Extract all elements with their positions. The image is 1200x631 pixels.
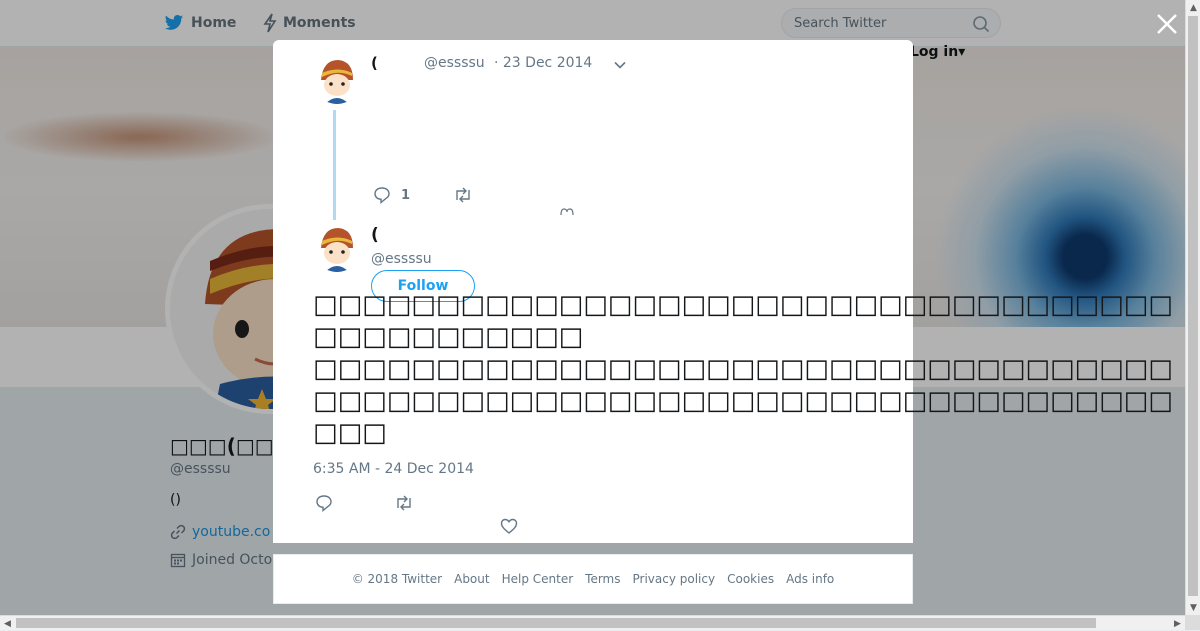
scroll-up-arrow-icon[interactable]: ▲ (1186, 0, 1200, 15)
chevron-down-icon[interactable] (613, 58, 627, 72)
parent-tweet-avatar[interactable] (313, 56, 361, 104)
parent-like-heart-icon[interactable] (560, 208, 574, 216)
cartoon-boy-avatar-icon (313, 56, 361, 104)
main-retweet-button[interactable] (394, 494, 414, 512)
footer-link-help-center[interactable]: Help Center (502, 572, 574, 586)
footer-link-about[interactable]: About (454, 572, 489, 586)
footer-link-ads-info[interactable]: Ads info (786, 572, 834, 586)
retweet-icon (397, 495, 411, 511)
scroll-down-arrow-icon[interactable]: ▼ (1186, 600, 1200, 615)
main-tweet-avatar[interactable] (313, 224, 361, 272)
main-tweet-author-name[interactable]: ( (371, 225, 379, 245)
footer-links: © 2018 Twitter About Help Center Terms P… (273, 554, 913, 604)
footer-copyright: © 2018 Twitter (351, 572, 443, 586)
main-tweet-timestamp[interactable]: 6:35 AM - 24 Dec 2014 (313, 461, 474, 477)
close-icon (1157, 14, 1177, 34)
main-reply-button[interactable] (315, 494, 333, 512)
footer-link-cookies[interactable]: Cookies (727, 572, 774, 586)
vertical-scrollbar[interactable]: ▲ ▼ (1185, 0, 1200, 615)
parent-retweet-button[interactable] (453, 186, 473, 204)
heart-icon (500, 518, 518, 534)
scroll-left-arrow-icon[interactable]: ◀ (0, 616, 15, 631)
footer-link-terms[interactable]: Terms (585, 572, 620, 586)
footer-link-privacy-policy[interactable]: Privacy policy (633, 572, 716, 586)
scrollbar-corner (1185, 615, 1200, 630)
cartoon-boy-avatar-icon (313, 224, 361, 272)
retweet-icon (456, 187, 470, 203)
horizontal-scrollbar-thumb[interactable] (16, 618, 1096, 628)
close-modal-button[interactable] (1155, 12, 1179, 36)
main-like-button[interactable] (500, 518, 518, 534)
main-tweet-text: □□□□□□□□□□□□□□□□□□□□□□□□□□□□□□□□□□□□□□□□… (313, 290, 1173, 448)
parent-reply-button[interactable]: 1 (373, 186, 410, 204)
scroll-right-arrow-icon[interactable]: ▶ (1170, 616, 1185, 631)
horizontal-scrollbar[interactable]: ◀ ▶ (0, 615, 1185, 630)
reply-icon (374, 187, 390, 204)
conversation-thread-line (333, 110, 336, 220)
parent-tweet-author-name[interactable]: ( (371, 54, 378, 72)
parent-tweet-author-handle[interactable]: @essssu (424, 55, 485, 71)
vertical-scrollbar-thumb[interactable] (1188, 16, 1198, 596)
main-tweet-author-handle[interactable]: @essssu (371, 251, 432, 267)
parent-reply-count: 1 (401, 187, 411, 203)
parent-tweet-date[interactable]: · 23 Dec 2014 (494, 55, 592, 71)
reply-icon (316, 495, 332, 512)
